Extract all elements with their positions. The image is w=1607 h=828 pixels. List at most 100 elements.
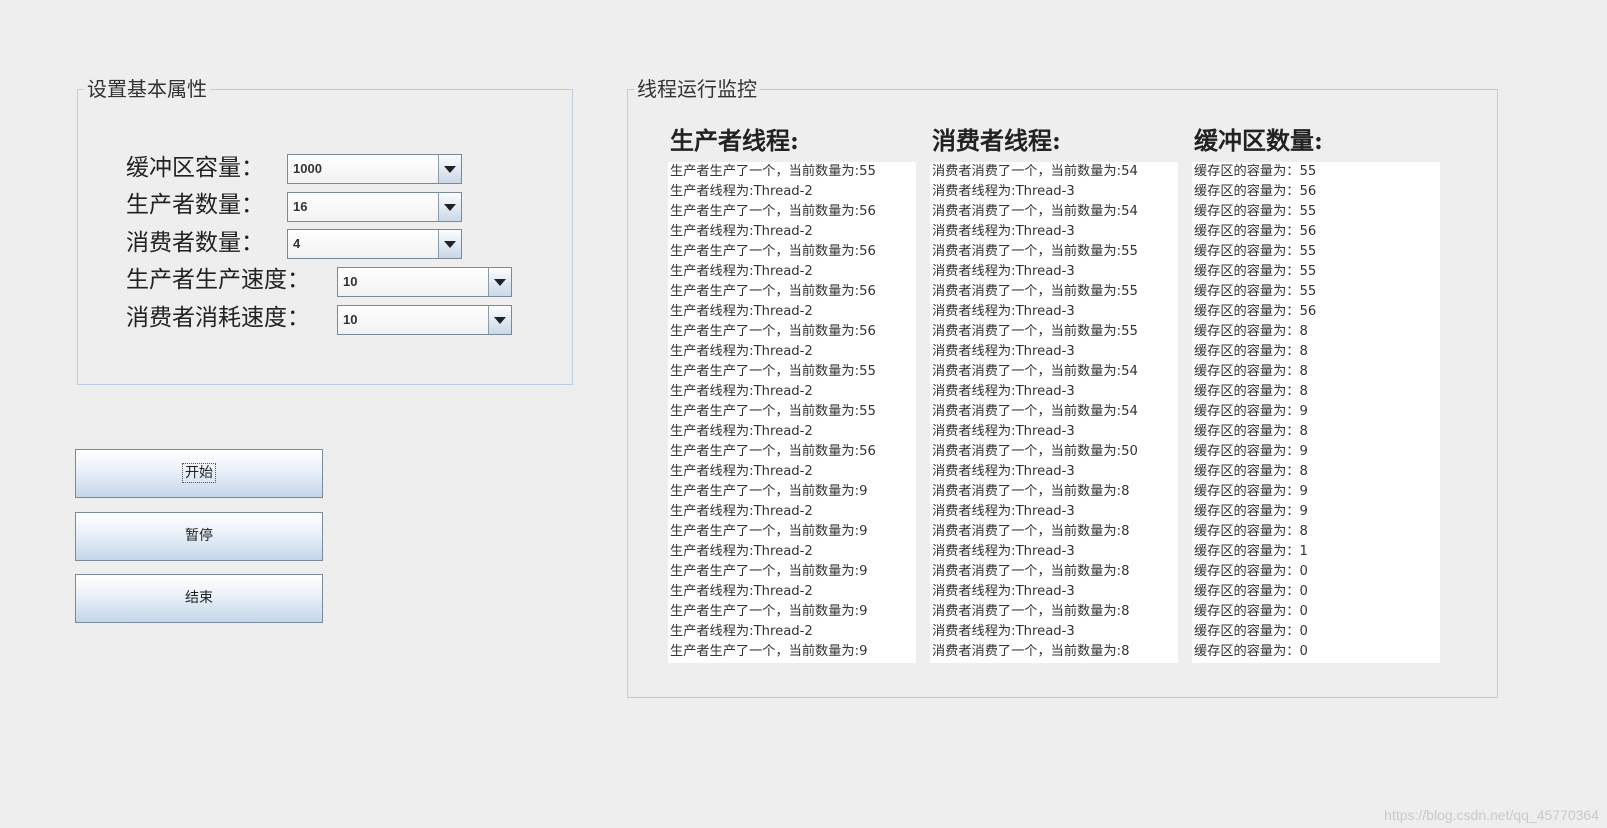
buffer-log-line: 缓存区的容量为：8 <box>1194 464 1308 479</box>
buffer-capacity-select[interactable]: 1000 <box>287 154 462 184</box>
consumer-log-line: 消费者线程为:Thread-3 <box>932 584 1075 599</box>
consumer-log-line: 消费者消费了一个，当前数量为:54 <box>932 404 1138 419</box>
buffer-log-line: 缓存区的容量为：56 <box>1194 224 1317 239</box>
buffer-log-line: 缓存区的容量为：55 <box>1194 204 1317 219</box>
consumer-log-line: 消费者消费了一个，当前数量为:8 <box>932 484 1130 499</box>
start-button[interactable]: 开始 <box>75 449 323 498</box>
buffer-log-line: 缓存区的容量为：8 <box>1194 424 1308 439</box>
consumer-log-area[interactable]: 消费者消费了一个，当前数量为:54 消费者线程为:Thread-3 消费者消费了一个… <box>930 162 1178 663</box>
producer-log-line: 生产者线程为:Thread-2 <box>670 584 813 599</box>
buffer-log-line: 缓存区的容量为：55 <box>1194 284 1317 299</box>
producer-log-line: 生产者线程为:Thread-2 <box>670 224 813 239</box>
buffer-log-line: 缓存区的容量为：9 <box>1194 484 1308 499</box>
producer-log-line: 生产者生产了一个，当前数量为:9 <box>670 564 868 579</box>
producer-log-line: 生产者线程为:Thread-2 <box>670 304 813 319</box>
buffer-log-area[interactable]: 缓存区的容量为：55 缓存区的容量为：56 缓存区的容量为：55 缓存区的容量为：56… <box>1192 162 1440 663</box>
monitor-panel-title: 线程运行监控 <box>634 76 760 102</box>
producer-log-line: 生产者生产了一个，当前数量为:56 <box>670 324 876 339</box>
consumer-speed-label: 消费者消耗速度： <box>126 305 310 331</box>
buffer-log-line: 缓存区的容量为：9 <box>1194 504 1308 519</box>
producer-log-line: 生产者线程为:Thread-2 <box>670 344 813 359</box>
producer-log-line: 生产者线程为:Thread-2 <box>670 464 813 479</box>
buffer-log-line: 缓存区的容量为：8 <box>1194 364 1308 379</box>
consumer-log-line: 消费者消费了一个，当前数量为:55 <box>932 244 1138 259</box>
consumer-log-line: 消费者线程为:Thread-3 <box>932 304 1075 319</box>
settings-panel-title: 设置基本属性 <box>84 76 210 102</box>
buffer-log-line: 缓存区的容量为：0 <box>1194 604 1308 619</box>
buffer-column-title: 缓冲区数量: <box>1194 126 1323 155</box>
producer-log-line: 生产者线程为:Thread-2 <box>670 504 813 519</box>
buffer-log-line: 缓存区的容量为：55 <box>1194 164 1317 179</box>
consumer-speed-select[interactable]: 10 <box>337 305 512 335</box>
consumer-column-title: 消费者线程: <box>932 126 1061 155</box>
producer-log-area[interactable]: 生产者生产了一个，当前数量为:55 生产者线程为:Thread-2 生产者生产了一个… <box>668 162 916 663</box>
consumer-log-line: 消费者消费了一个，当前数量为:55 <box>932 284 1138 299</box>
chevron-down-icon[interactable] <box>488 306 511 334</box>
buffer-log-line: 缓存区的容量为：0 <box>1194 624 1308 639</box>
buffer-log-line: 缓存区的容量为：55 <box>1194 264 1317 279</box>
pause-button[interactable]: 暂停 <box>75 512 323 561</box>
consumer-log-line: 消费者线程为:Thread-3 <box>932 464 1075 479</box>
stop-button-label: 结束 <box>185 590 213 606</box>
consumer-log-line: 消费者线程为:Thread-3 <box>932 184 1075 199</box>
producer-speed-label: 生产者生产速度： <box>126 267 310 293</box>
stop-button[interactable]: 结束 <box>75 574 323 623</box>
buffer-log-line: 缓存区的容量为：9 <box>1194 404 1308 419</box>
pause-button-label: 暂停 <box>185 528 213 544</box>
consumer-log-line: 消费者线程为:Thread-3 <box>932 424 1075 439</box>
producer-column-title: 生产者线程: <box>670 126 799 155</box>
consumer-count-label: 消费者数量： <box>126 230 264 256</box>
chevron-down-icon[interactable] <box>438 193 461 221</box>
producer-log-line: 生产者线程为:Thread-2 <box>670 624 813 639</box>
consumer-log-line: 消费者线程为:Thread-3 <box>932 544 1075 559</box>
consumer-log-line: 消费者消费了一个，当前数量为:54 <box>932 364 1138 379</box>
consumer-log-line: 消费者消费了一个，当前数量为:8 <box>932 604 1130 619</box>
consumer-log-line: 消费者线程为:Thread-3 <box>932 504 1075 519</box>
buffer-log-line: 缓存区的容量为：8 <box>1194 344 1308 359</box>
producer-log-line: 生产者生产了一个，当前数量为:9 <box>670 604 868 619</box>
buffer-log-line: 缓存区的容量为：56 <box>1194 304 1317 319</box>
buffer-log-line: 缓存区的容量为：1 <box>1194 544 1308 559</box>
buffer-log-line: 缓存区的容量为：0 <box>1194 564 1308 579</box>
producer-log-line: 生产者生产了一个，当前数量为:55 <box>670 404 876 419</box>
consumer-log-line: 消费者消费了一个，当前数量为:8 <box>932 564 1130 579</box>
producer-log-line: 生产者生产了一个，当前数量为:55 <box>670 164 876 179</box>
buffer-log-line: 缓存区的容量为：8 <box>1194 324 1308 339</box>
buffer-log-line: 缓存区的容量为：55 <box>1194 244 1317 259</box>
producer-count-label: 生产者数量： <box>126 192 264 218</box>
producer-log-line: 生产者生产了一个，当前数量为:55 <box>670 364 876 379</box>
producer-log-line: 生产者生产了一个，当前数量为:56 <box>670 284 876 299</box>
consumer-log-line: 消费者线程为:Thread-3 <box>932 224 1075 239</box>
chevron-down-icon[interactable] <box>488 268 511 296</box>
producer-log-line: 生产者生产了一个，当前数量为:56 <box>670 244 876 259</box>
consumer-count-value: 4 <box>293 236 301 251</box>
producer-log-line: 生产者线程为:Thread-2 <box>670 544 813 559</box>
consumer-log-line: 消费者线程为:Thread-3 <box>932 344 1075 359</box>
consumer-log-line: 消费者线程为:Thread-3 <box>932 384 1075 399</box>
producer-log-line: 生产者生产了一个，当前数量为:9 <box>670 644 868 659</box>
producer-speed-value: 10 <box>343 274 358 289</box>
consumer-log-line: 消费者消费了一个，当前数量为:8 <box>932 524 1130 539</box>
consumer-log-line: 消费者消费了一个，当前数量为:54 <box>932 204 1138 219</box>
watermark: https://blog.csdn.net/qq_45770364 <box>1384 807 1599 823</box>
consumer-log-line: 消费者消费了一个，当前数量为:54 <box>932 164 1138 179</box>
buffer-log-line: 缓存区的容量为：0 <box>1194 644 1308 659</box>
consumer-log-line: 消费者消费了一个，当前数量为:50 <box>932 444 1138 459</box>
producer-speed-select[interactable]: 10 <box>337 267 512 297</box>
producer-log-line: 生产者生产了一个，当前数量为:56 <box>670 204 876 219</box>
producer-log-line: 生产者生产了一个，当前数量为:9 <box>670 484 868 499</box>
producer-log-line: 生产者线程为:Thread-2 <box>670 384 813 399</box>
producer-log-line: 生产者线程为:Thread-2 <box>670 184 813 199</box>
consumer-log-line: 消费者线程为:Thread-3 <box>932 264 1075 279</box>
consumer-count-select[interactable]: 4 <box>287 229 462 259</box>
buffer-log-line: 缓存区的容量为：0 <box>1194 584 1308 599</box>
producer-log-line: 生产者生产了一个，当前数量为:9 <box>670 524 868 539</box>
buffer-log-line: 缓存区的容量为：56 <box>1194 184 1317 199</box>
buffer-capacity-value: 1000 <box>293 161 322 176</box>
chevron-down-icon[interactable] <box>438 230 461 258</box>
chevron-down-icon[interactable] <box>438 155 461 183</box>
buffer-log-line: 缓存区的容量为：8 <box>1194 524 1308 539</box>
producer-count-select[interactable]: 16 <box>287 192 462 222</box>
consumer-log-line: 消费者消费了一个，当前数量为:8 <box>932 644 1130 659</box>
buffer-log-line: 缓存区的容量为：8 <box>1194 384 1308 399</box>
